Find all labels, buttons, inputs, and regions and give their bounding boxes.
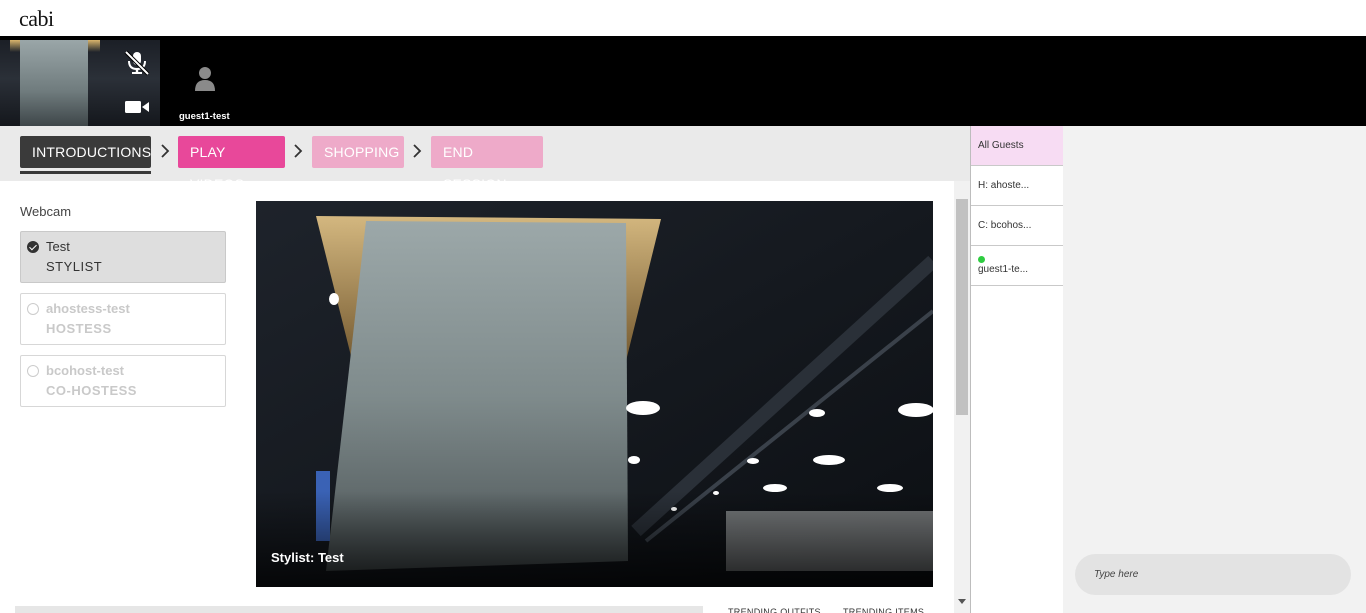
webcam-option-role: CO-HOSTESS xyxy=(46,383,137,398)
webcam-option-cohostess[interactable]: bcohost-test CO-HOSTESS xyxy=(20,355,226,407)
guest-name: guest1-test xyxy=(179,111,230,122)
guest-item-label: H: ahoste... xyxy=(978,180,1030,191)
chevron-right-icon xyxy=(161,144,170,158)
guest-item-guest1[interactable]: guest1-te... xyxy=(971,246,1063,286)
main-content: INTRODUCTIONS PLAY VIDEOS SHOPPING END S… xyxy=(0,126,970,613)
user-icon xyxy=(195,67,215,91)
online-status-icon xyxy=(978,256,985,263)
webcam-label: Webcam xyxy=(20,204,72,219)
webcam-option-name: bcohost-test xyxy=(46,363,124,378)
guest-item-all[interactable]: All Guests xyxy=(971,126,1063,166)
radio-circle-icon xyxy=(27,303,39,315)
main-video-feed[interactable]: Stylist: Test xyxy=(256,201,933,587)
chevron-right-icon xyxy=(294,144,303,158)
guest-item-label: guest1-te... xyxy=(978,264,1029,275)
tab-trending-items[interactable]: TRENDING ITEMS xyxy=(843,608,924,613)
webcam-option-hostess[interactable]: ahostess-test HOSTESS xyxy=(20,293,226,345)
bottom-panel-strip xyxy=(15,606,703,613)
tile-pillar xyxy=(20,40,88,126)
main-scrollbar[interactable] xyxy=(954,181,970,613)
webcam-option-stylist[interactable]: Test STYLIST xyxy=(20,231,226,283)
step-introductions[interactable]: INTRODUCTIONS xyxy=(20,136,151,168)
step-end-session[interactable]: END SESSION xyxy=(431,136,543,192)
radio-circle-icon xyxy=(27,365,39,377)
chat-input[interactable] xyxy=(1075,554,1351,595)
cabi-logo[interactable]: cabi xyxy=(19,6,54,32)
header: cabi xyxy=(0,0,1366,36)
current-step-underline xyxy=(20,171,151,174)
scrollbar-thumb[interactable] xyxy=(956,199,968,415)
webcam-option-role: HOSTESS xyxy=(46,321,112,336)
scroll-down-arrow-icon[interactable] xyxy=(958,599,966,604)
video-caption: Stylist: Test xyxy=(271,550,344,565)
video-camera-icon[interactable] xyxy=(124,98,150,116)
guest-item-hostess[interactable]: H: ahoste... xyxy=(971,166,1063,206)
guest-tile[interactable]: guest1-test xyxy=(170,62,240,122)
guest-item-label: C: bcohos... xyxy=(978,220,1032,231)
webcam-option-name: ahostess-test xyxy=(46,301,130,316)
chat-panel xyxy=(1063,126,1366,613)
step-shopping[interactable]: SHOPPING xyxy=(312,136,404,168)
tab-trending-outfits[interactable]: TRENDING OUTFITS xyxy=(728,608,821,613)
webcam-option-role: STYLIST xyxy=(46,259,103,274)
self-video-tile[interactable] xyxy=(0,40,160,126)
webcam-option-name: Test xyxy=(46,239,70,254)
guest-item-cohostess[interactable]: C: bcohos... xyxy=(971,206,1063,246)
video-frame-image xyxy=(256,201,933,587)
guest-list: All Guests H: ahoste... C: bcohos... gue… xyxy=(970,126,1063,613)
chevron-right-icon xyxy=(413,144,422,158)
check-circle-icon xyxy=(27,241,39,253)
step-play-videos[interactable]: PLAY VIDEOS xyxy=(178,136,285,192)
guest-item-label: All Guests xyxy=(978,140,1024,151)
mic-off-icon[interactable] xyxy=(123,50,151,76)
session-steps: INTRODUCTIONS PLAY VIDEOS SHOPPING END S… xyxy=(0,126,970,192)
participants-strip: guest1-test xyxy=(0,36,1366,126)
